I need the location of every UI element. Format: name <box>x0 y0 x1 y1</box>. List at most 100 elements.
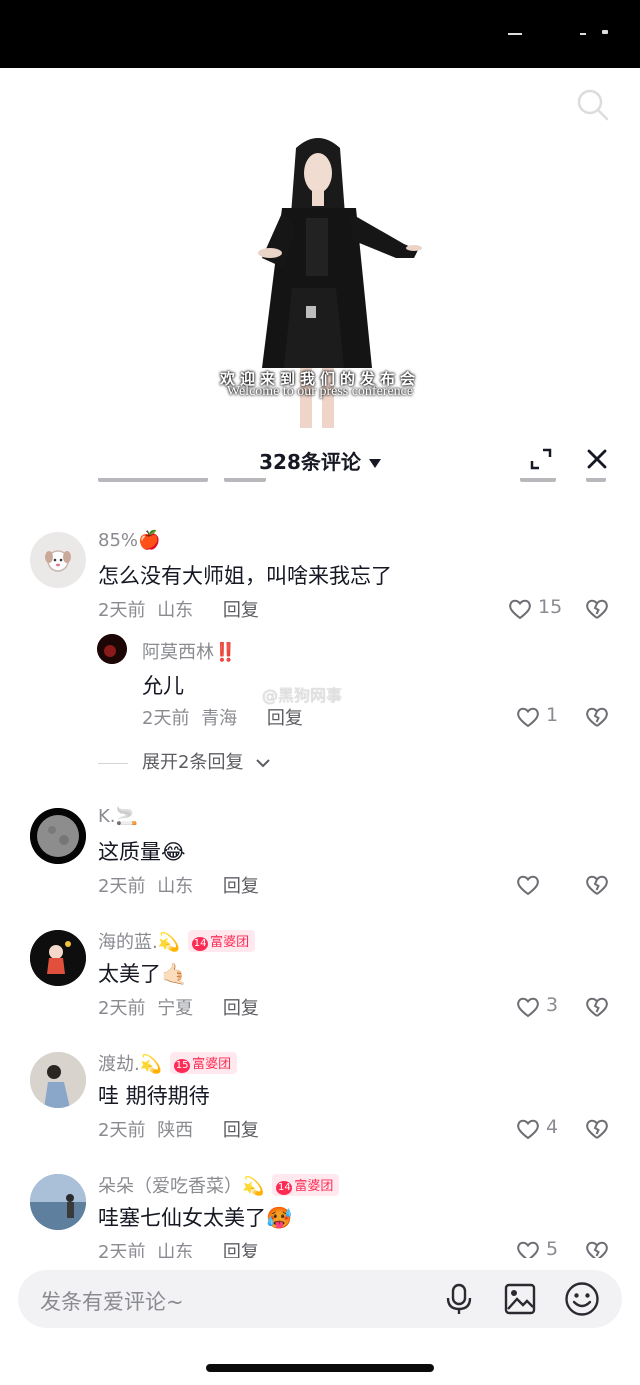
badge-label: 富婆团 <box>294 1179 334 1194</box>
comment-time: 2天前 <box>98 1120 146 1141</box>
badge-label: 富婆团 <box>210 935 250 950</box>
reply-button[interactable]: 回复 <box>223 876 259 897</box>
video-player[interactable]: 欢迎来到我们的发布会 Welcome to our press conferen… <box>0 68 640 440</box>
fan-group-badge[interactable]: 14 富婆团 <box>272 1174 340 1196</box>
reply-button[interactable]: 回复 <box>223 1120 259 1141</box>
expand-replies-label: 展开2条回复 <box>142 752 244 773</box>
divider-line <box>98 762 128 764</box>
avatar[interactable] <box>30 1052 86 1108</box>
comment-username[interactable]: 朵朵（爱吃香菜）💫 14 富婆团 <box>98 1172 340 1198</box>
comment-username[interactable]: 渡劫.💫 15 富婆团 <box>98 1050 238 1076</box>
status-battery <box>602 30 608 34</box>
avatar[interactable] <box>97 634 127 664</box>
watermark: @黑狗网事 <box>262 686 343 705</box>
like-count: 1 <box>546 704 559 726</box>
heart-outline-icon <box>509 599 531 620</box>
comment-username[interactable]: 海的蓝.💫 14 富婆团 <box>98 928 256 954</box>
reply-time: 2天前 <box>142 708 190 729</box>
avatar[interactable] <box>30 1174 86 1230</box>
heart-outline-icon <box>517 875 539 896</box>
video-subtitle-en: Welcome to our press conference <box>226 384 414 399</box>
comment-location: 山东 <box>157 876 194 897</box>
fan-group-badge[interactable]: 15 富婆团 <box>170 1052 238 1074</box>
home-indicator[interactable] <box>206 1364 434 1372</box>
comment-location: 宁夏 <box>157 998 194 1019</box>
like-count: 15 <box>538 596 563 618</box>
comment-sheet: 328条评论 85%🍎 怎么没有大师姐，叫啥来我忘了 2天前 山东 回复 15 … <box>0 428 640 1385</box>
heart-outline-icon <box>517 707 539 728</box>
reply-button[interactable]: 回复 <box>267 708 303 729</box>
fan-group-badge[interactable]: 14 富婆团 <box>188 930 256 952</box>
comment-meta: 2天前 陕西 回复 <box>98 1116 259 1142</box>
comment-meta: 2天前 宁夏 回复 <box>98 994 259 1020</box>
badge-label: 富婆团 <box>192 1057 232 1072</box>
avatar[interactable] <box>30 532 86 588</box>
like-button[interactable]: 4 <box>516 1116 586 1142</box>
avatar[interactable] <box>30 808 86 864</box>
broken-heart-icon[interactable] <box>584 704 610 730</box>
reply-location: 青海 <box>201 708 238 729</box>
close-icon[interactable] <box>586 448 608 470</box>
comment-username[interactable]: 85%🍎 <box>98 530 160 551</box>
broken-heart-icon[interactable] <box>584 994 610 1020</box>
badge-level: 14 <box>276 1181 293 1195</box>
caret-down-icon <box>368 459 381 468</box>
broken-heart-icon[interactable] <box>584 872 610 898</box>
comment-input-bar: 发条有爱评论~ <box>0 1258 640 1385</box>
comment-username-text: 朵朵（爱吃香菜）💫 <box>98 1176 265 1197</box>
chevron-down-icon <box>256 759 270 768</box>
comment-text: 哇 期待期待 <box>98 1084 210 1108</box>
comment-location: 陕西 <box>157 1120 194 1141</box>
comment-input[interactable]: 发条有爱评论~ <box>18 1270 622 1328</box>
like-count: 3 <box>546 994 559 1016</box>
comment-time: 2天前 <box>98 600 146 621</box>
expand-icon[interactable] <box>530 448 552 470</box>
reply-username[interactable]: 阿莫西林‼️ <box>142 638 236 664</box>
comment-meta: 2天前 山东 回复 <box>98 596 259 622</box>
status-bar <box>0 0 640 68</box>
clipped-previous-comment <box>0 478 640 488</box>
comment-username-text: 渡劫.💫 <box>98 1054 163 1075</box>
comment-text: 太美了🤙🏻 <box>98 962 188 986</box>
reply-text: 允儿 <box>142 674 184 698</box>
badge-level: 15 <box>174 1059 191 1073</box>
search-icon[interactable] <box>576 88 610 122</box>
comment-count-label: 328条评论 <box>259 450 361 474</box>
comment-time: 2天前 <box>98 998 146 1019</box>
photo-avatar-icon <box>30 1052 86 1108</box>
dog-avatar-icon <box>45 550 71 572</box>
comment-time: 2天前 <box>98 876 146 897</box>
comment-username[interactable]: K.🚬 <box>98 806 138 827</box>
like-count: 4 <box>546 1116 559 1138</box>
like-button[interactable]: 1 <box>516 704 586 730</box>
heart-outline-icon <box>517 1119 539 1140</box>
heart-outline-icon <box>517 997 539 1018</box>
like-count: 5 <box>546 1238 559 1260</box>
broken-heart-icon[interactable] <box>584 596 610 622</box>
image-icon[interactable] <box>504 1283 536 1315</box>
reply-button[interactable]: 回复 <box>223 998 259 1019</box>
like-button[interactable] <box>516 872 586 898</box>
comment-text: 哇塞七仙女太美了🥵 <box>98 1206 293 1230</box>
microphone-icon[interactable] <box>444 1283 474 1315</box>
photo-avatar-icon <box>30 1174 86 1230</box>
like-button[interactable]: 3 <box>516 994 586 1020</box>
comment-username-text: 海的蓝.💫 <box>98 932 181 953</box>
avatar[interactable] <box>30 930 86 986</box>
comment-input-placeholder: 发条有爱评论~ <box>40 1290 184 1314</box>
status-wifi <box>580 33 586 35</box>
expand-replies-button[interactable]: 展开2条回复 <box>98 748 271 774</box>
reply-button[interactable]: 回复 <box>223 600 259 621</box>
broken-heart-icon[interactable] <box>584 1116 610 1142</box>
emoji-icon[interactable] <box>564 1281 600 1317</box>
comment-location: 山东 <box>157 600 194 621</box>
moon-avatar-icon <box>30 808 86 864</box>
badge-level: 14 <box>192 937 209 951</box>
avatar-image <box>97 634 127 664</box>
girl-avatar-icon <box>30 930 86 986</box>
status-signal <box>508 33 522 35</box>
comment-text: 怎么没有大师姐，叫啥来我忘了 <box>98 564 392 588</box>
reply-meta: 2天前 青海 回复 <box>142 704 303 730</box>
like-button[interactable]: 15 <box>508 596 578 622</box>
comment-meta: 2天前 山东 回复 <box>98 872 259 898</box>
